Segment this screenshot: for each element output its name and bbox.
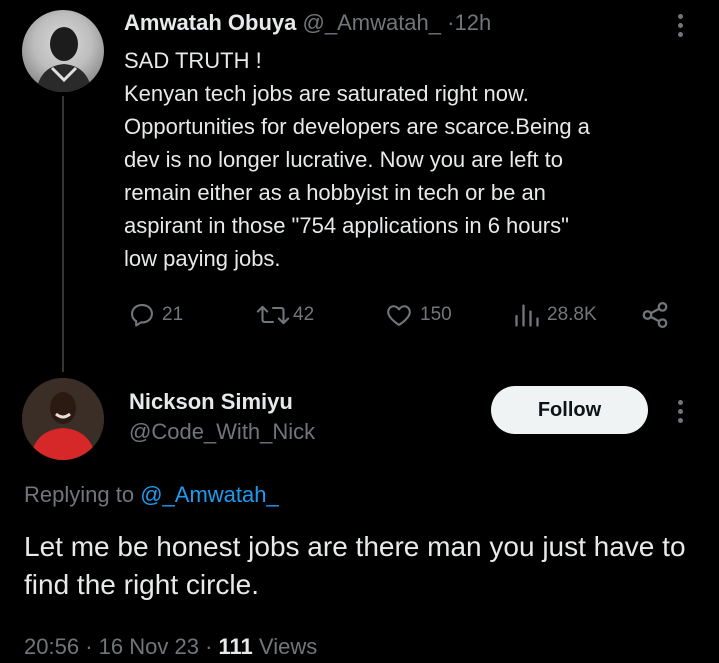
thread-connector-line bbox=[62, 96, 64, 372]
like-count: 150 bbox=[420, 304, 452, 325]
replying-prefix: Replying to bbox=[24, 482, 135, 507]
views-icon bbox=[513, 301, 541, 329]
reply-author-handle[interactable]: @Code_With_Nick bbox=[129, 418, 315, 446]
reply-views-label: Views bbox=[258, 634, 318, 659]
tweet-time[interactable]: 12h bbox=[454, 10, 491, 35]
reply-count: 21 bbox=[162, 304, 184, 325]
retweet-icon bbox=[255, 301, 291, 329]
more-icon[interactable] bbox=[670, 400, 690, 423]
more-icon[interactable] bbox=[670, 14, 690, 37]
avatar-amwatah[interactable] bbox=[22, 10, 104, 92]
like-action[interactable]: 150 bbox=[384, 298, 452, 332]
reply-views-count: 111 bbox=[218, 634, 253, 659]
share-icon bbox=[640, 300, 670, 330]
avatar-nickson[interactable] bbox=[22, 378, 104, 460]
retweet-action[interactable]: 42 bbox=[255, 298, 314, 332]
tweet-header: Amwatah Obuya @_Amwatah_ ·12h bbox=[124, 8, 491, 38]
reply-action[interactable]: 21 bbox=[128, 298, 183, 332]
reply-icon bbox=[128, 301, 156, 329]
replying-mention-link[interactable]: @_Amwatah_ bbox=[140, 482, 279, 507]
like-icon bbox=[384, 301, 414, 329]
reply-time[interactable]: 20:56 bbox=[24, 634, 79, 659]
retweet-count: 42 bbox=[293, 304, 315, 325]
separator-dot: · bbox=[85, 634, 93, 659]
reply-text: Let me be honest jobs are there man you … bbox=[24, 531, 686, 600]
reply-date[interactable]: 16 Nov 23 bbox=[99, 634, 199, 659]
reply-author-name[interactable]: Nickson Simiyu bbox=[129, 388, 293, 416]
author-handle[interactable]: @_Amwatah_ bbox=[303, 10, 442, 35]
replying-to: Replying to @_Amwatah_ bbox=[24, 480, 279, 510]
views-action[interactable]: 28.8K bbox=[513, 298, 597, 332]
separator-dot: · bbox=[205, 634, 213, 659]
views-count: 28.8K bbox=[547, 304, 597, 325]
follow-button[interactable]: Follow bbox=[491, 386, 648, 434]
author-name[interactable]: Amwatah Obuya bbox=[124, 10, 296, 35]
tweet-text: SAD TRUTH ! Kenyan tech jobs are saturat… bbox=[124, 48, 590, 271]
tweet-meta: 20:56 · 16 Nov 23 · 111 Views bbox=[24, 632, 317, 662]
share-action[interactable] bbox=[640, 298, 670, 332]
